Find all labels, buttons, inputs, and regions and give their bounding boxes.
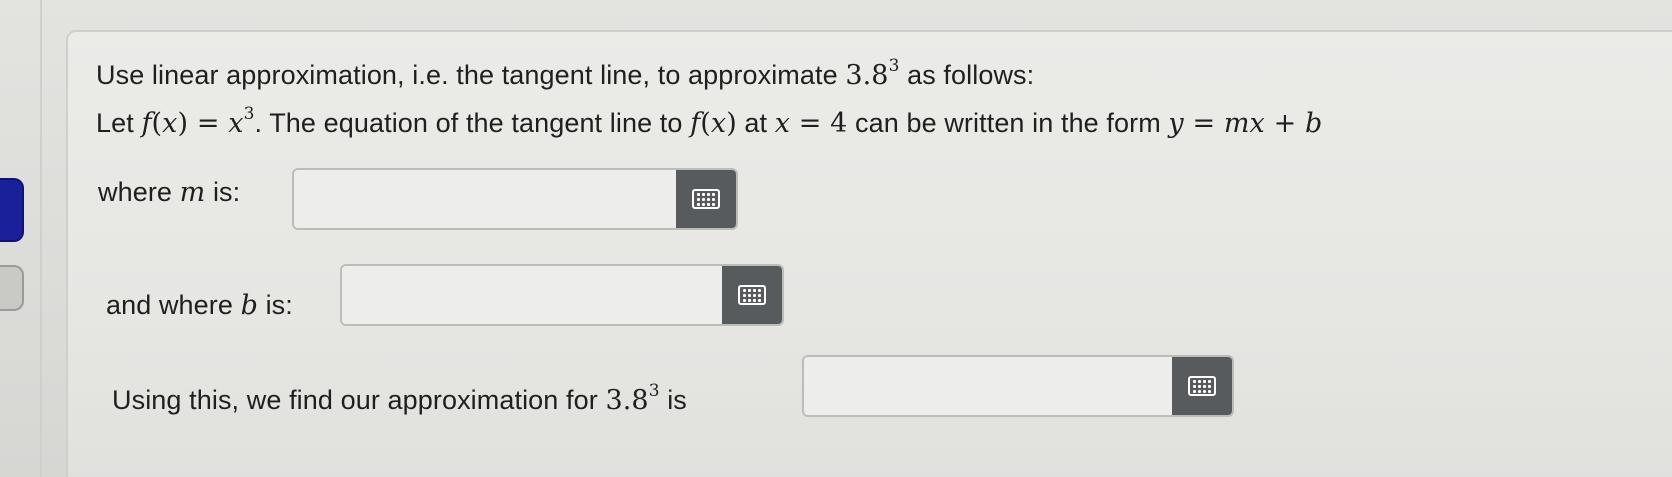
- math-paren: ): [726, 108, 737, 139]
- math-paren: (: [700, 108, 711, 139]
- question-line-1: Use linear approximation, i.e. the tange…: [96, 58, 1035, 92]
- b-label: and where b is:: [106, 290, 293, 321]
- left-divider: [40, 0, 42, 477]
- math-x: x: [228, 108, 244, 139]
- approx-answer-field: [802, 355, 1234, 417]
- approx-input[interactable]: [804, 357, 1172, 415]
- math-b: b: [240, 290, 258, 321]
- math-mx: mx: [1223, 108, 1265, 139]
- math-exponent: 3: [648, 381, 660, 401]
- b-answer-field: [340, 264, 784, 326]
- math-f: f: [690, 108, 701, 139]
- label-text: is:: [205, 177, 241, 207]
- math-exponent: 3: [888, 56, 900, 76]
- page: Use linear approximation, i.e. the tange…: [0, 0, 1672, 477]
- m-keyboard-button[interactable]: [676, 170, 736, 228]
- math-b: b: [1304, 108, 1323, 139]
- keyboard-icon: [738, 285, 766, 305]
- math-paren: (: [151, 108, 163, 139]
- keyboard-icon: [1188, 376, 1216, 396]
- label-text: and where: [106, 290, 241, 320]
- math-paren: ) =: [177, 108, 229, 139]
- math-m: m: [179, 177, 206, 208]
- math-base: 3.8: [845, 60, 889, 91]
- label-text: is: [659, 385, 687, 415]
- question-text: as follows:: [899, 60, 1035, 90]
- m-answer-field: [292, 168, 738, 230]
- math-x: x: [774, 108, 791, 139]
- math-y: y: [1168, 108, 1184, 139]
- label-text: where: [98, 177, 180, 207]
- question-line-2: Let f(x) = x3. The equation of the tange…: [96, 106, 1323, 140]
- b-input[interactable]: [342, 266, 722, 324]
- approx-keyboard-button[interactable]: [1172, 357, 1232, 415]
- question-text: . The equation of the tangent line to: [254, 108, 691, 138]
- question-text: Let: [96, 108, 142, 138]
- math-plus: +: [1264, 108, 1305, 139]
- b-keyboard-button[interactable]: [722, 266, 782, 324]
- math-f: f: [141, 108, 152, 139]
- label-text: Using this, we find our approximation fo…: [112, 385, 606, 415]
- question-text: can be written in the form: [847, 108, 1169, 138]
- label-text: is:: [257, 290, 293, 320]
- math-exponent: 3: [243, 104, 255, 124]
- approx-label: Using this, we find our approximation fo…: [112, 383, 687, 417]
- question-text: at: [736, 108, 775, 138]
- side-tab-active[interactable]: [0, 178, 24, 242]
- math-equals: =: [1183, 108, 1224, 139]
- math-x: x: [162, 108, 178, 139]
- keyboard-icon: [692, 189, 720, 209]
- side-tab-inactive[interactable]: [0, 265, 24, 311]
- math-equals: = 4: [790, 108, 848, 139]
- question-text: Use linear approximation, i.e. the tange…: [96, 60, 846, 90]
- m-input[interactable]: [294, 170, 676, 228]
- math-x: x: [710, 108, 727, 139]
- m-label: where m is:: [98, 177, 240, 208]
- math-base: 3.8: [605, 385, 649, 416]
